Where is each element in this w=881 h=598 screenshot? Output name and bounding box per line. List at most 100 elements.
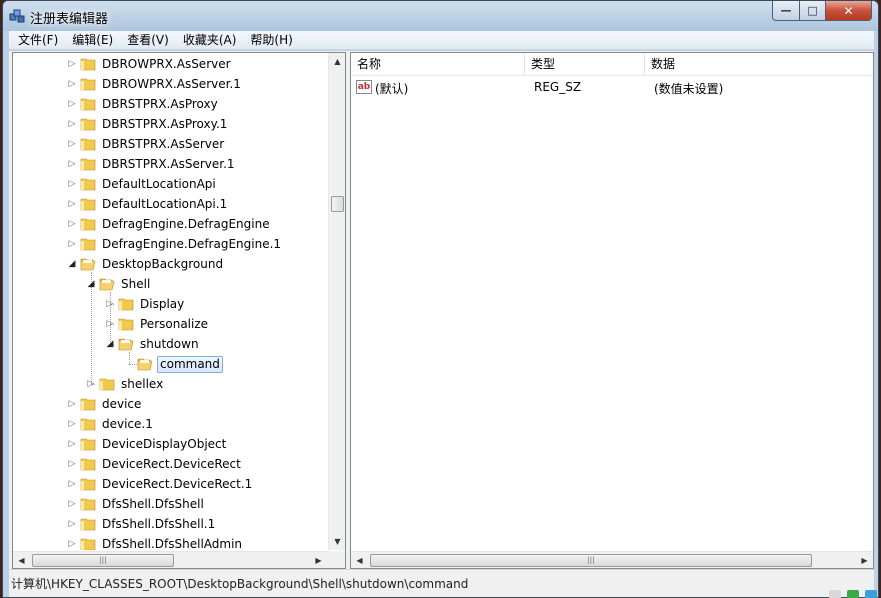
menu-favorites[interactable]: 收藏夹(A) xyxy=(176,31,244,50)
folder-icon xyxy=(118,318,134,331)
tree-item-label: DfsShell.DfsShell.1 xyxy=(102,517,216,531)
expanded-arrow-icon[interactable]: ◢ xyxy=(105,338,115,350)
tree-item-label: Shell xyxy=(121,277,151,291)
tree-item[interactable]: ▷ DfsShell.DfsShell xyxy=(13,494,328,514)
tree-item-label: device xyxy=(102,397,142,411)
tree-item-label: DBRSTPRX.AsProxy xyxy=(102,97,218,111)
scroll-left-arrow-icon[interactable]: ◀ xyxy=(351,552,368,569)
collapsed-arrow-icon[interactable]: ▷ xyxy=(67,138,77,150)
tree-item[interactable]: ▷ Personalize xyxy=(13,314,328,334)
tree-item[interactable]: ▷ DBRSTPRX.AsProxy.1 xyxy=(13,114,328,134)
tree-item-label: Personalize xyxy=(140,317,209,331)
maximize-button[interactable]: □ xyxy=(800,1,826,21)
collapsed-arrow-icon[interactable]: ▷ xyxy=(67,538,77,550)
scroll-left-arrow-icon[interactable]: ◀ xyxy=(13,552,30,569)
tree-hscroll-thumb[interactable]: ||| xyxy=(32,554,174,567)
tree-item[interactable]: ◢ Shell xyxy=(13,274,328,294)
collapsed-arrow-icon[interactable]: ▷ xyxy=(105,298,115,310)
menu-edit[interactable]: 编辑(E) xyxy=(65,31,120,50)
scroll-up-arrow-icon[interactable]: ▲ xyxy=(329,53,346,70)
tree-item[interactable]: ▷ DfsShell.DfsShellAdmin xyxy=(13,534,328,550)
tray-icon[interactable] xyxy=(847,590,859,598)
collapsed-arrow-icon[interactable]: ▷ xyxy=(67,198,77,210)
menu-view[interactable]: 查看(V) xyxy=(120,31,176,50)
collapsed-arrow-icon[interactable]: ▷ xyxy=(67,158,77,170)
collapsed-arrow-icon[interactable]: ▷ xyxy=(67,498,77,510)
tree-item-label: DefaultLocationApi xyxy=(102,177,216,191)
column-header-name[interactable]: 名称 xyxy=(351,53,525,76)
tree-item[interactable]: ▷ DeviceRect.DeviceRect xyxy=(13,454,328,474)
tree-item[interactable]: ▷ DBROWPRX.AsServer xyxy=(13,54,328,74)
tree-item[interactable]: ▷ DBRSTPRX.AsServer.1 xyxy=(13,154,328,174)
tree-vertical-scrollbar[interactable]: ▲ ▼ xyxy=(328,53,345,550)
collapsed-arrow-icon[interactable]: ▷ xyxy=(67,58,77,70)
list-horizontal-scrollbar[interactable]: ◀ ||| ▶ xyxy=(351,551,873,568)
tree-item-label: DfsShell.DfsShellAdmin xyxy=(102,537,243,550)
tree-item-label: DBROWPRX.AsServer.1 xyxy=(102,77,241,91)
collapsed-arrow-icon[interactable]: ▷ xyxy=(67,518,77,530)
tray-icon[interactable] xyxy=(829,590,841,598)
window-title: 注册表编辑器 xyxy=(30,12,109,27)
tree-item[interactable]: ▷ device xyxy=(13,394,328,414)
column-header-type[interactable]: 类型 xyxy=(525,53,645,76)
value-data: (数值未设置) xyxy=(654,82,724,96)
tray-icon[interactable] xyxy=(865,590,877,598)
folder-icon xyxy=(118,298,134,311)
tree-item[interactable]: ▷ DBRSTPRX.AsProxy xyxy=(13,94,328,114)
value-row[interactable]: ab (默认) REG_SZ (数值未设置) xyxy=(351,77,873,98)
collapsed-arrow-icon[interactable]: ▷ xyxy=(67,98,77,110)
collapsed-arrow-icon[interactable]: ▷ xyxy=(67,398,77,410)
folder-icon xyxy=(80,418,96,431)
tree-item[interactable]: ▷ DefaultLocationApi xyxy=(13,174,328,194)
scroll-right-arrow-icon[interactable]: ▶ xyxy=(856,552,873,569)
key-tree[interactable]: ▷ DBROWPRX.AsServer ▷ DBROWPRX.AsServer.1 ▷ D… xyxy=(13,53,328,550)
expanded-arrow-icon[interactable]: ◢ xyxy=(67,258,77,270)
tree-item[interactable]: ◢ shutdown xyxy=(13,334,328,354)
value-name: (默认) xyxy=(375,82,409,96)
tree-item-label: DeviceRect.DeviceRect xyxy=(102,457,241,471)
tree-item[interactable]: ▷ DefaultLocationApi.1 xyxy=(13,194,328,214)
tree-item[interactable]: ▷ DBROWPRX.AsServer.1 xyxy=(13,74,328,94)
collapsed-arrow-icon[interactable]: ▷ xyxy=(105,318,115,330)
expanded-arrow-icon[interactable]: ◢ xyxy=(86,278,96,290)
tree-item[interactable]: ▷ DeviceDisplayObject xyxy=(13,434,328,454)
list-hscroll-thumb[interactable]: ||| xyxy=(370,554,812,567)
title-bar[interactable]: 注册表编辑器 — □ ✕ xyxy=(3,1,878,31)
tree-item[interactable]: ▷ DeviceRect.DeviceRect.1 xyxy=(13,474,328,494)
folder-icon xyxy=(99,278,115,291)
menu-file[interactable]: 文件(F) xyxy=(11,31,65,50)
tree-item[interactable]: ▷ DefragEngine.DefragEngine xyxy=(13,214,328,234)
collapsed-arrow-icon[interactable]: ▷ xyxy=(67,438,77,450)
collapsed-arrow-icon[interactable]: ▷ xyxy=(67,458,77,470)
tree-vscroll-thumb[interactable] xyxy=(331,196,344,212)
scroll-right-arrow-icon[interactable]: ▶ xyxy=(310,552,327,569)
tree-item[interactable]: ▷ shellex xyxy=(13,374,328,394)
folder-icon xyxy=(80,538,96,550)
column-header-data[interactable]: 数据 xyxy=(645,53,874,76)
collapsed-arrow-icon[interactable]: ▷ xyxy=(86,378,96,390)
tree-item[interactable]: ▷ Display xyxy=(13,294,328,314)
window-controls: — □ ✕ xyxy=(772,1,872,21)
tree-item-label: shutdown xyxy=(140,337,199,351)
collapsed-arrow-icon[interactable]: ▷ xyxy=(67,478,77,490)
tree-horizontal-scrollbar[interactable]: ◀ ||| ▶ xyxy=(13,551,328,568)
tree-item[interactable]: ▷ DBRSTPRX.AsServer xyxy=(13,134,328,154)
collapsed-arrow-icon[interactable]: ▷ xyxy=(67,238,77,250)
menu-help[interactable]: 帮助(H) xyxy=(243,31,299,50)
tree-item[interactable]: ▷ device.1 xyxy=(13,414,328,434)
close-button[interactable]: ✕ xyxy=(826,1,872,21)
collapsed-arrow-icon[interactable]: ▷ xyxy=(67,178,77,190)
tree-item[interactable]: ◢ DesktopBackground xyxy=(13,254,328,274)
tree-item[interactable]: command xyxy=(13,354,328,374)
collapsed-arrow-icon[interactable]: ▷ xyxy=(67,418,77,430)
folder-icon xyxy=(80,238,96,251)
tree-item[interactable]: ▷ DfsShell.DfsShell.1 xyxy=(13,514,328,534)
minimize-button[interactable]: — xyxy=(772,1,800,21)
collapsed-arrow-icon[interactable]: ▷ xyxy=(67,218,77,230)
folder-icon xyxy=(137,358,153,371)
scroll-down-arrow-icon[interactable]: ▼ xyxy=(329,533,346,550)
status-bar: 计算机\HKEY_CLASSES_ROOT\DesktopBackground\… xyxy=(9,569,874,597)
tree-item[interactable]: ▷ DefragEngine.DefragEngine.1 xyxy=(13,234,328,254)
collapsed-arrow-icon[interactable]: ▷ xyxy=(67,118,77,130)
collapsed-arrow-icon[interactable]: ▷ xyxy=(67,78,77,90)
